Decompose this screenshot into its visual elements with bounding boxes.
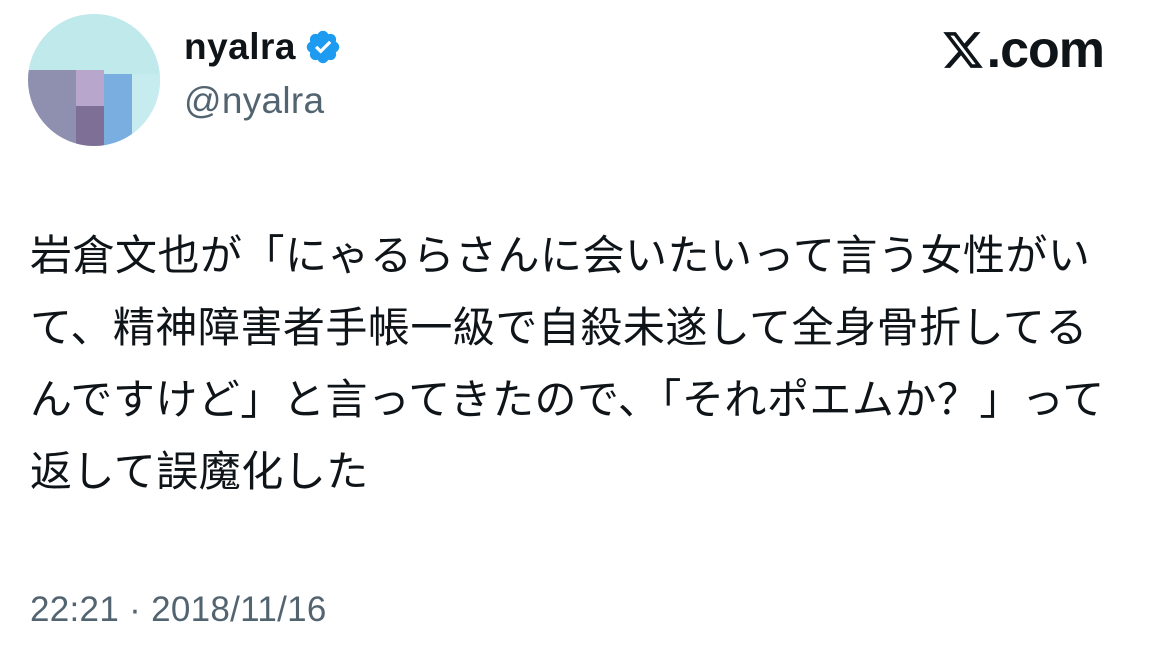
- brand-domain-text: .com: [986, 21, 1105, 79]
- author-name-row: nyalra: [184, 22, 342, 72]
- avatar-pixel: [28, 14, 160, 74]
- x-logo-icon: [942, 32, 983, 68]
- brand-logo: .com: [941, 21, 1105, 79]
- avatar-pixel: [76, 70, 104, 110]
- tweet-card: nyalra @nyalra .com 岩倉文也が「にゃるらさんに会いたいって言…: [0, 0, 1170, 659]
- avatar-pixel: [132, 74, 160, 146]
- display-name[interactable]: nyalra: [184, 26, 296, 68]
- avatar-pixel: [76, 106, 106, 146]
- tweet-timestamp[interactable]: 22:21 · 2018/11/16: [30, 590, 327, 630]
- avatar[interactable]: [28, 14, 160, 146]
- avatar-pixel: [104, 74, 134, 146]
- user-handle[interactable]: @nyalra: [184, 80, 324, 122]
- verified-badge-icon: [306, 30, 340, 64]
- avatar-pixel: [28, 70, 80, 146]
- tweet-text: 岩倉文也が「にゃるらさんに会いたいって言う女性がいて、精神障害者手帳一級で自殺未…: [30, 231, 1105, 496]
